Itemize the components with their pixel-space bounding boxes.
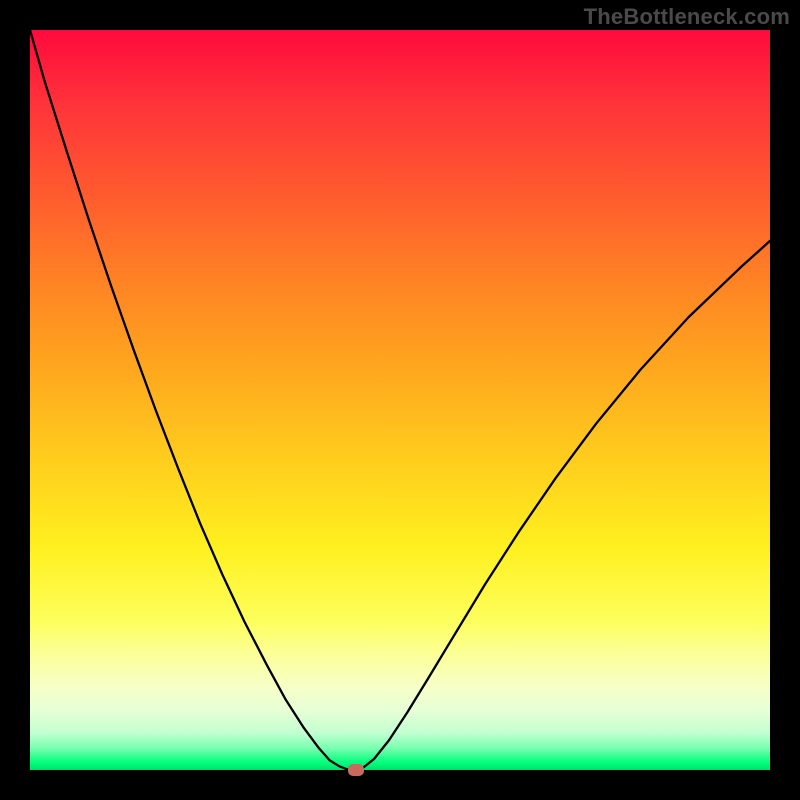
chart-frame: TheBottleneck.com [0,0,800,800]
curve-svg [30,30,770,770]
bottleneck-curve [30,30,770,770]
plot-area [30,30,770,770]
minimum-marker [348,764,364,776]
watermark-text: TheBottleneck.com [584,4,790,30]
